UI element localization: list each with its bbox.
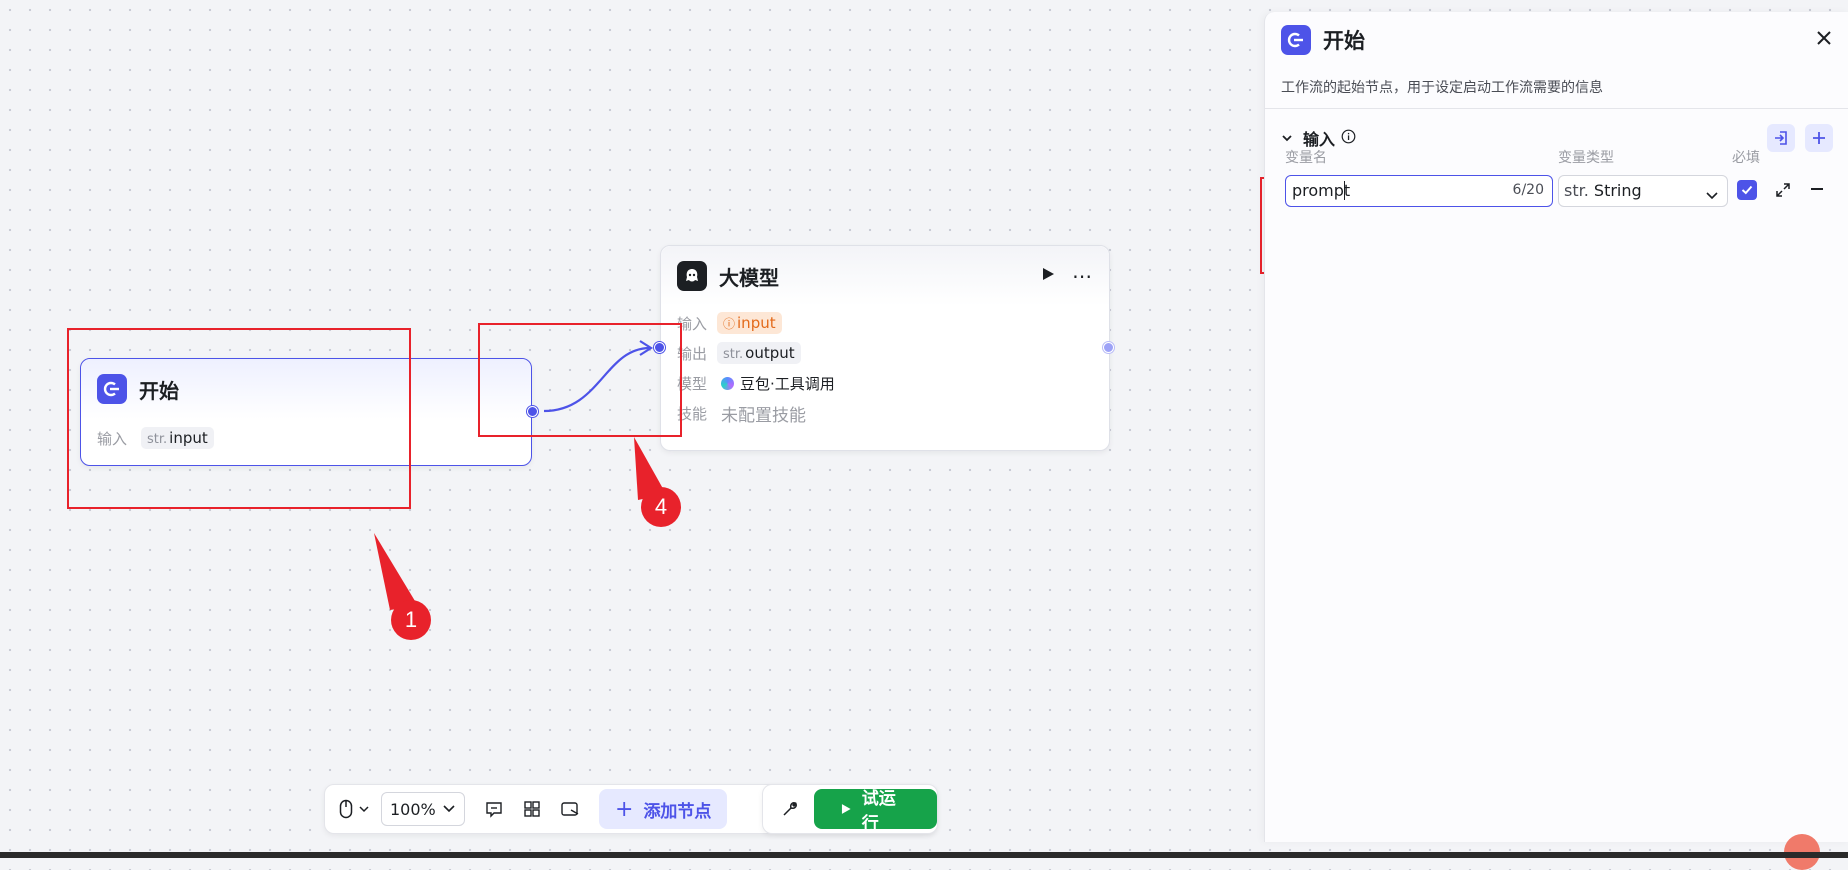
info-icon[interactable] <box>1341 129 1356 148</box>
variable-type-select[interactable]: str. String <box>1558 175 1728 207</box>
play-icon <box>842 804 851 814</box>
type-prefix: str. <box>1564 181 1589 200</box>
add-variable-button[interactable] <box>1805 124 1833 152</box>
test-run-button[interactable]: 试运行 <box>814 789 937 834</box>
col-required: 必填 <box>1732 150 1760 166</box>
add-node-button[interactable]: + 添加节点 <box>599 789 728 829</box>
run-toolbar: 试运行 <box>762 784 938 834</box>
text-cursor <box>1344 181 1345 200</box>
variable-name-value: prompt <box>1292 181 1351 200</box>
expand-icon[interactable] <box>1775 182 1791 202</box>
comment-icon[interactable] <box>479 791 509 827</box>
panel-title: 开始 <box>1323 29 1365 53</box>
minimap-icon[interactable] <box>555 791 585 827</box>
char-counter: 6/20 <box>1512 182 1544 198</box>
panel-description: 工作流的起始节点，用于设定启动工作流需要的信息 <box>1265 68 1848 109</box>
window-bottom-bar <box>0 852 1848 858</box>
node-config-panel: 开始 工作流的起始节点，用于设定启动工作流需要的信息 输入 变量名 变量类型 必… <box>1264 12 1848 842</box>
chevron-down-icon <box>359 806 369 813</box>
chevron-down-icon <box>443 805 455 813</box>
col-var-name: 变量名 <box>1285 150 1327 166</box>
variable-name-input[interactable]: prompt 6/20 <box>1285 175 1553 207</box>
col-var-type: 变量类型 <box>1558 150 1614 166</box>
zoom-value: 100% <box>390 799 436 819</box>
zoom-select[interactable]: 100% <box>381 792 465 826</box>
remove-variable-icon[interactable] <box>1811 188 1823 190</box>
annotation-badge-4: 4 <box>641 487 681 527</box>
start-icon <box>1281 25 1311 55</box>
layout-grid-icon[interactable] <box>517 791 547 827</box>
debug-tool-icon[interactable] <box>777 791 802 827</box>
plus-icon: + <box>615 796 634 822</box>
required-checkbox[interactable] <box>1737 180 1757 200</box>
close-icon[interactable] <box>1815 29 1833 51</box>
annotation-badge-1: 1 <box>391 600 431 640</box>
type-value: String <box>1593 181 1642 200</box>
chevron-down-icon <box>1705 186 1719 205</box>
import-button[interactable] <box>1767 124 1795 152</box>
chevron-down-icon[interactable] <box>1281 129 1293 148</box>
mouse-mode-button[interactable] <box>339 791 369 827</box>
